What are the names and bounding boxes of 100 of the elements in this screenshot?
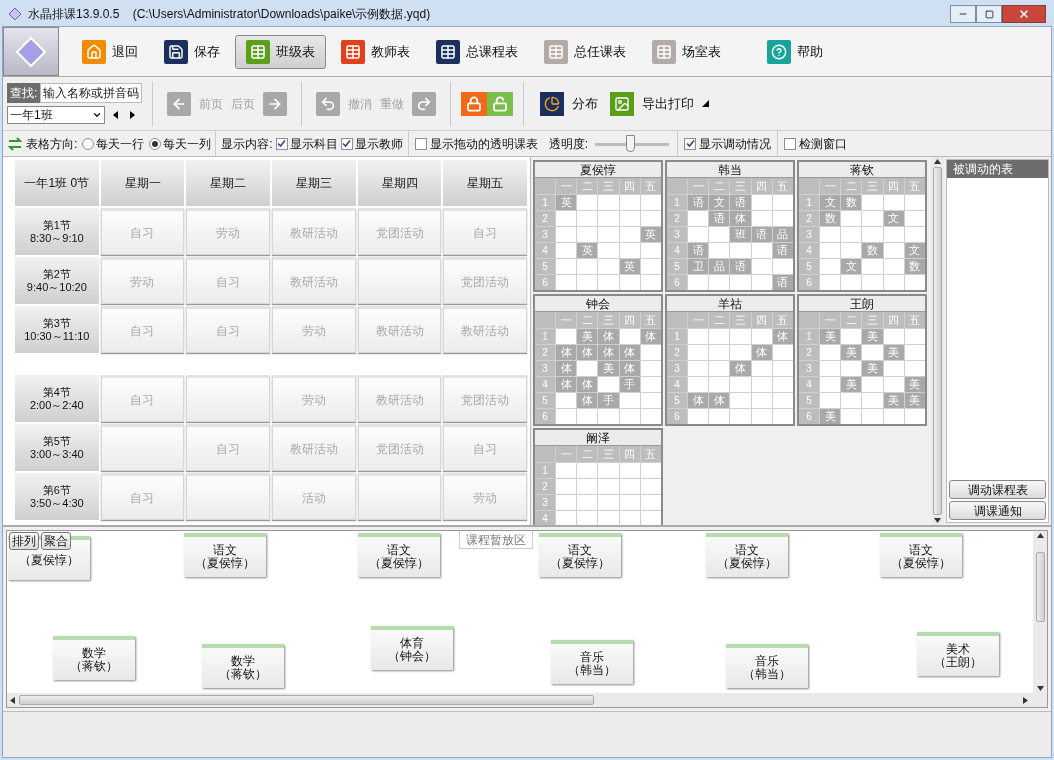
lesson-slot[interactable]: 文 [841,259,862,274]
vertical-scrollbar[interactable] [931,157,944,525]
lesson-cell[interactable]: 活动 [272,473,356,520]
lesson-slot[interactable]: 文 [883,211,904,226]
lesson-card[interactable]: 语文 （夏侯惇） [706,533,788,577]
lesson-slot[interactable]: 体 [619,345,640,360]
panel-button[interactable]: 调动课程表 [949,480,1046,499]
lesson-card[interactable]: 数学 （蒋钦） [202,644,284,688]
toolbar-button[interactable]: 退回 [71,34,149,69]
lesson-slot[interactable]: 体 [598,329,619,344]
lesson-card[interactable]: 语文 （夏侯惇） [539,533,621,577]
scroll-up-icon[interactable] [1036,533,1044,538]
lesson-cell[interactable]: 教研活动 [272,424,356,471]
search-field[interactable]: 输入名称或拼音码 [40,83,143,103]
lesson-cell[interactable]: 自习 [186,306,270,353]
lesson-card[interactable]: 体育 （钟会） [371,626,453,670]
lesson-slot[interactable]: 英 [640,227,661,242]
toolbar-button[interactable]: 教师表 [330,34,421,69]
radio-button[interactable] [149,137,162,150]
lesson-slot[interactable]: 手 [598,393,619,408]
lesson-slot[interactable]: 文 [709,195,730,210]
checkbox[interactable] [684,137,697,150]
lesson-slot[interactable]: 美 [820,409,841,424]
lesson-slot[interactable]: 美 [841,377,862,392]
lesson-slot[interactable]: 美 [820,329,841,344]
horizontal-scrollbar[interactable] [7,693,1047,707]
checkbox[interactable] [784,137,797,150]
toolbar-button[interactable]: 总任课表 [533,34,637,69]
lesson-slot[interactable]: 文 [904,243,925,258]
close-button[interactable] [1002,5,1046,23]
scroll-right-icon[interactable] [1023,696,1028,704]
lesson-slot[interactable]: 美 [862,361,883,376]
lesson-slot[interactable]: 文 [820,195,841,210]
lesson-slot[interactable]: 美 [577,329,598,344]
lesson-slot[interactable]: 语 [730,259,751,274]
lesson-slot[interactable]: 体 [730,211,751,226]
lesson-cell[interactable]: 劳动 [272,375,356,422]
lesson-slot[interactable]: 英 [577,243,598,258]
lesson-slot[interactable]: 体 [688,393,709,408]
class-dropdown[interactable]: 一年1班 [7,106,105,124]
lesson-slot[interactable]: 体 [640,329,661,344]
next-icon[interactable] [127,110,137,120]
lesson-card[interactable]: 数学 （蒋钦） [53,636,135,680]
radio-button[interactable] [82,137,95,150]
lock-icon[interactable] [461,91,488,116]
lesson-cell[interactable]: 教研活动 [357,375,442,422]
minimize-button[interactable] [950,5,976,23]
lesson-slot[interactable]: 英 [619,259,640,274]
staging-button[interactable]: 聚合 [41,532,71,550]
lesson-slot[interactable]: 品 [709,259,730,274]
lesson-cell[interactable]: 教研活动 [443,306,527,353]
lesson-slot[interactable]: 美 [841,345,862,360]
lesson-cell[interactable]: 劳动 [272,306,356,353]
checkbox[interactable] [275,137,288,150]
lesson-slot[interactable]: 语 [688,243,709,258]
lesson-slot[interactable]: 语 [772,275,793,290]
lesson-cell[interactable]: 教研活动 [272,257,356,304]
lesson-card[interactable]: 语文 （夏侯惇） [880,533,962,577]
lesson-slot[interactable]: 美 [862,329,883,344]
lesson-slot[interactable]: 班 [730,227,751,242]
lesson-slot[interactable]: 数 [841,195,862,210]
scroll-down-icon[interactable] [934,518,941,523]
lesson-cell[interactable]: 劳动 [443,473,527,520]
lesson-slot[interactable]: 美 [883,393,904,408]
lesson-slot[interactable]: 体 [598,345,619,360]
slider-thumb[interactable] [626,134,636,152]
lesson-slot[interactable]: 美 [598,361,619,376]
lesson-cell[interactable]: 自习 [100,375,185,422]
checkbox[interactable] [414,137,427,150]
tool-button[interactable]: 导出打印 [604,88,716,119]
lesson-card[interactable]: 语文 （夏侯惇） [184,533,266,577]
lesson-cell[interactable]: 自习 [443,424,527,471]
scroll-left-icon[interactable] [10,696,15,704]
toolbar-button[interactable]: 帮助 [756,34,834,69]
panel-button[interactable]: 调课通知 [949,501,1046,520]
scroll-up-icon[interactable] [934,159,941,164]
tool-button[interactable]: 分布 [534,88,605,119]
toolbar-button[interactable]: 总课程表 [425,34,529,69]
scroll-down-icon[interactable] [1036,686,1044,691]
checkbox[interactable] [340,137,353,150]
lesson-cell[interactable]: 教研活动 [357,306,442,353]
lesson-slot[interactable]: 体 [709,393,730,408]
lesson-card[interactable]: 美术 （王朗） [917,632,999,676]
lesson-slot[interactable]: 美 [883,345,904,360]
toolbar-button[interactable]: 保存 [153,34,231,69]
lesson-slot[interactable]: 体 [556,345,577,360]
lesson-slot[interactable]: 数 [904,259,925,274]
lesson-slot[interactable]: 数 [862,243,883,258]
toolbar-button[interactable]: 场室表 [641,34,732,69]
lesson-slot[interactable]: 语 [772,243,793,258]
lesson-cell[interactable]: 教研活动 [272,208,356,255]
unlock-icon[interactable] [487,91,514,116]
lesson-card[interactable]: 语文 （夏侯惇） [358,533,440,577]
lesson-slot[interactable]: 英 [556,195,577,210]
maximize-button[interactable] [976,5,1002,23]
lesson-cell[interactable]: 自习 [443,208,527,255]
lesson-slot[interactable]: 手 [619,377,640,392]
lesson-cell[interactable]: 自习 [186,257,270,304]
app-logo[interactable] [3,27,59,76]
lesson-slot[interactable]: 数 [820,211,841,226]
